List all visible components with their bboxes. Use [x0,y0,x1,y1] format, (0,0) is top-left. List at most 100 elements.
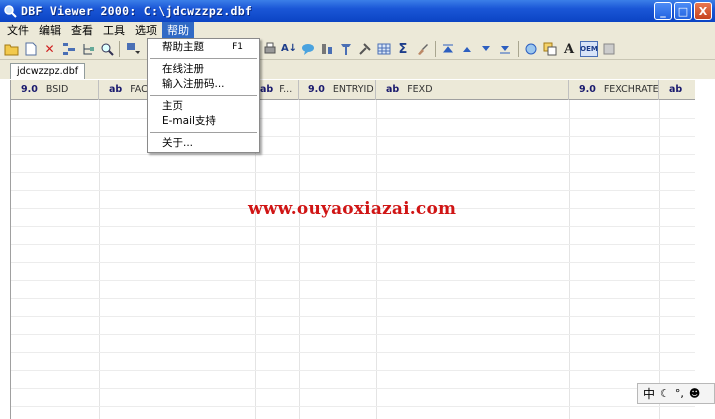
ime-toolbar[interactable]: 中 ☾ °, ☻ [637,383,715,404]
menu-file[interactable]: 文件 [2,22,34,39]
menu-options[interactable]: 选项 [130,22,162,39]
column-header-fexd[interactable]: ab FEXD [376,80,569,100]
tab-strip: jdcwzzpz.dbf [0,60,715,79]
grid-icon[interactable] [376,41,392,57]
tab-jdcwzzpz[interactable]: jdcwzzpz.dbf [10,63,86,79]
column-type: ab [260,84,274,95]
menu-separator [150,95,257,96]
column-header-extra[interactable]: ab [659,80,695,100]
menu-separator [150,132,257,133]
comment-icon[interactable] [300,41,316,57]
menu-bar: 文件 编辑 查看 工具 选项 帮助 [0,22,715,39]
column-type: ab [386,84,400,95]
row-divider [11,136,695,137]
column-name: FEXD [407,84,433,95]
oem-icon[interactable]: OEM [580,41,598,57]
new-file-icon[interactable] [23,41,39,57]
magnifier-app-icon [4,5,17,18]
font-icon[interactable]: A [561,41,577,57]
open-folder-icon[interactable] [4,41,20,57]
column-type: ab [669,84,683,95]
data-grid[interactable]: 9.0 BSID ab FAC ab F... 9.0 ENTRYID ab FEXD 9… [10,80,695,419]
menu-item-enter-code[interactable]: 输入注册码... [148,77,259,92]
column-divider [376,100,377,419]
row-divider [11,226,695,227]
ime-mode-label[interactable]: 中 [643,385,655,402]
search-replace-icon[interactable] [523,41,539,57]
row-divider [11,244,695,245]
column-header-fexchrate[interactable]: 9.0 FEXCHRATE [569,80,659,100]
row-divider [11,262,695,263]
row-divider [11,280,695,281]
sigma-icon[interactable]: Σ [395,41,411,57]
row-divider [11,370,695,371]
first-icon[interactable] [440,41,456,57]
row-divider [11,352,695,353]
menu-view[interactable]: 查看 [66,22,98,39]
copy-icon[interactable] [542,41,558,57]
help-dropdown-menu: 帮助主题 F1 在线注册 输入注册码... 主页 E-mail支持 关于... [147,38,260,153]
close-button[interactable]: X [694,2,712,20]
row-divider [11,190,695,191]
print-icon[interactable] [262,41,278,57]
column-divider [99,100,100,419]
column-name: ENTRYID [332,84,374,95]
column-type: 9.0 [21,84,38,95]
minimize-button[interactable]: _ [654,2,672,20]
row-divider [11,154,695,155]
column-divider [659,100,660,419]
brush-icon[interactable] [414,41,430,57]
punctuation-icon[interactable]: °, [675,387,684,400]
maximize-button[interactable]: □ [674,2,692,20]
title-bar: DBF Viewer 2000: C:\jdcwzzpz.dbf _ □ X [0,0,715,22]
delete-icon[interactable]: ✕ [42,41,58,57]
menu-item-label: 帮助主题 [162,41,204,53]
column-divider [299,100,300,419]
menu-item-help-topics[interactable]: 帮助主题 F1 [148,40,259,55]
structure-icon[interactable] [61,41,77,57]
menu-edit[interactable]: 编辑 [34,22,66,39]
toolbar-separator [119,41,120,57]
row-divider [11,316,695,317]
last-icon[interactable] [497,41,513,57]
filter-down-icon[interactable] [125,41,141,57]
column-name: FAC [130,84,148,95]
menu-help[interactable]: 帮助 [162,22,194,39]
menu-item-shortcut: F1 [232,42,243,52]
column-header-bsid[interactable]: 9.0 BSID [11,80,99,100]
row-divider [11,406,695,407]
toolbar-separator [434,41,436,57]
menu-tools[interactable]: 工具 [98,22,130,39]
column-header-f[interactable]: ab F... [255,80,299,100]
user-icon[interactable]: ☻ [689,387,700,400]
column-type: ab [109,84,123,95]
edit-field-icon[interactable] [338,41,354,57]
menu-item-homepage[interactable]: 主页 [148,99,259,114]
menu-item-about[interactable]: 关于... [148,136,259,151]
window-title: DBF Viewer 2000: C:\jdcwzzpz.dbf [21,4,253,18]
sort-icon[interactable]: A↓ [281,41,297,57]
column-name: BSID [45,84,69,95]
column-divider [569,100,570,419]
toolbar: ✕ A↓ Σ A OEM [0,39,715,60]
next-icon[interactable] [478,41,494,57]
column-header-entryid[interactable]: 9.0 ENTRYID [299,80,376,100]
moon-icon[interactable]: ☾ [660,387,670,400]
menu-item-email-support[interactable]: E-mail支持 [148,114,259,129]
tools-icon[interactable] [357,41,373,57]
row-divider [11,298,695,299]
row-divider [11,118,695,119]
row-divider [11,172,695,173]
menu-item-online-register[interactable]: 在线注册 [148,62,259,77]
row-divider [11,334,695,335]
watermark-text: www.ouyaoxiazai.com [248,199,457,219]
rename-icon[interactable] [319,41,335,57]
tree-icon[interactable] [80,41,96,57]
column-type: 9.0 [308,84,325,95]
column-name: FEXCHRATE [603,84,659,95]
prev-icon[interactable] [459,41,475,57]
grid-header: 9.0 BSID ab FAC ab F... 9.0 ENTRYID ab FEXD 9… [11,80,695,100]
menu-separator [150,58,257,59]
find-icon[interactable] [99,41,115,57]
export-icon[interactable] [601,41,617,57]
